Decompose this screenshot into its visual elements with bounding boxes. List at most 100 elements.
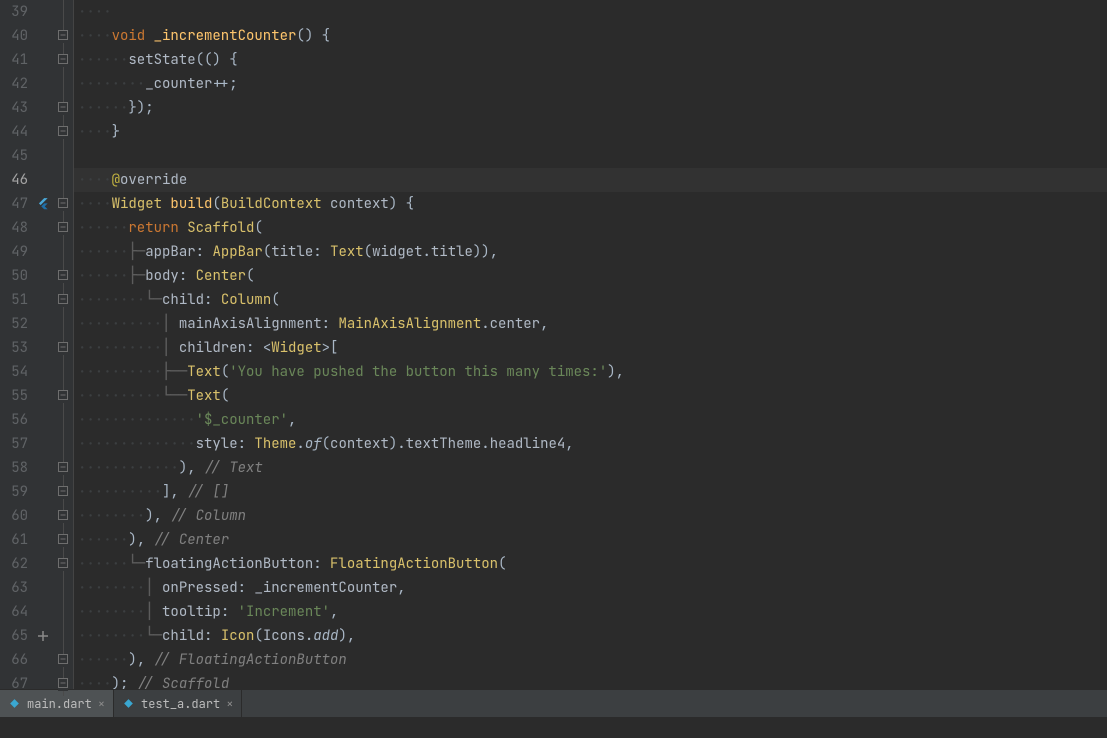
close-icon[interactable]: × <box>226 696 233 712</box>
fold-toggle-open[interactable] <box>52 552 73 576</box>
gutter-marker-empty <box>34 456 52 480</box>
code-line[interactable]: ········), // Column <box>74 504 1107 528</box>
line-number[interactable]: 60 <box>0 504 28 528</box>
add-gutter-icon[interactable] <box>34 624 52 648</box>
fold-toggle-open[interactable] <box>52 24 73 48</box>
code-line[interactable]: ······), // Center <box>74 528 1107 552</box>
fold-toggle-open[interactable] <box>52 288 73 312</box>
line-number[interactable]: 56 <box>0 408 28 432</box>
code-line[interactable]: ····void _incrementCounter() { <box>74 24 1107 48</box>
line-number[interactable]: 42 <box>0 72 28 96</box>
fold-toggle-close[interactable] <box>52 672 73 696</box>
fold-line <box>52 240 73 264</box>
code-line[interactable]: ······return Scaffold( <box>74 216 1107 240</box>
line-number[interactable]: 55 <box>0 384 28 408</box>
code-line[interactable]: ······), // FloatingActionButton <box>74 648 1107 672</box>
fold-toggle-open[interactable] <box>52 384 73 408</box>
line-number[interactable]: 41 <box>0 48 28 72</box>
code-line[interactable]: ········│ tooltip: 'Increment', <box>74 600 1107 624</box>
gutter-marker-empty <box>34 72 52 96</box>
code-line[interactable]: ··········└──Text( <box>74 384 1107 408</box>
code-line[interactable]: ··········│ mainAxisAlignment: MainAxisA… <box>74 312 1107 336</box>
line-number[interactable]: 52 <box>0 312 28 336</box>
line-number[interactable]: 44 <box>0 120 28 144</box>
fold-toggle-close[interactable] <box>52 528 73 552</box>
code-line[interactable]: ······├─body: Center( <box>74 264 1107 288</box>
fold-toggle-close[interactable] <box>52 456 73 480</box>
line-number-gutter[interactable]: 3940414243444546474849505152535455565758… <box>0 0 34 689</box>
line-number[interactable]: 50 <box>0 264 28 288</box>
tab-label: test_a.dart <box>141 696 220 712</box>
fold-line <box>52 312 73 336</box>
code-line[interactable]: ······├─appBar: AppBar(title: Text(widge… <box>74 240 1107 264</box>
line-number[interactable]: 46 <box>0 168 28 192</box>
line-number[interactable]: 43 <box>0 96 28 120</box>
fold-toggle-open[interactable] <box>52 192 73 216</box>
fold-line <box>52 600 73 624</box>
fold-toggle-close[interactable] <box>52 96 73 120</box>
fold-toggle-close[interactable] <box>52 648 73 672</box>
code-line[interactable]: ······setState(() { <box>74 48 1107 72</box>
gutter-marker-empty <box>34 480 52 504</box>
code-line[interactable]: ········└─child: Column( <box>74 288 1107 312</box>
fold-toggle-open[interactable] <box>52 48 73 72</box>
code-line[interactable]: ··········], // [] <box>74 480 1107 504</box>
gutter-marker-empty <box>34 384 52 408</box>
line-number[interactable]: 62 <box>0 552 28 576</box>
code-line[interactable] <box>74 144 1107 168</box>
code-line[interactable]: ··········├──Text('You have pushed the b… <box>74 360 1107 384</box>
fold-toggle-close[interactable] <box>52 480 73 504</box>
line-number[interactable]: 57 <box>0 432 28 456</box>
line-number[interactable]: 61 <box>0 528 28 552</box>
code-line[interactable]: ····} <box>74 120 1107 144</box>
code-line[interactable]: ············), // Text <box>74 456 1107 480</box>
line-number[interactable]: 47 <box>0 192 28 216</box>
code-line[interactable]: ··············style: Theme.of(context).t… <box>74 432 1107 456</box>
code-line[interactable]: ··············'$_counter', <box>74 408 1107 432</box>
code-editor[interactable]: 3940414243444546474849505152535455565758… <box>0 0 1107 689</box>
line-number[interactable]: 54 <box>0 360 28 384</box>
line-number[interactable]: 63 <box>0 576 28 600</box>
line-number[interactable]: 49 <box>0 240 28 264</box>
flutter-gutter-icon[interactable] <box>34 192 52 216</box>
line-number[interactable]: 53 <box>0 336 28 360</box>
line-number[interactable]: 51 <box>0 288 28 312</box>
fold-toggle-close[interactable] <box>52 120 73 144</box>
gutter-markers[interactable] <box>34 0 52 689</box>
gutter-marker-empty <box>34 600 52 624</box>
code-line[interactable]: ··········│ children: <Widget>[ <box>74 336 1107 360</box>
line-number[interactable]: 64 <box>0 600 28 624</box>
close-icon[interactable]: × <box>98 696 105 712</box>
line-number[interactable]: 66 <box>0 648 28 672</box>
code-line[interactable]: ······}); <box>74 96 1107 120</box>
dart-file-icon <box>8 697 21 710</box>
gutter-marker-empty <box>34 288 52 312</box>
fold-column[interactable] <box>52 0 74 689</box>
fold-toggle-open[interactable] <box>52 216 73 240</box>
line-number[interactable]: 58 <box>0 456 28 480</box>
gutter-marker-empty <box>34 264 52 288</box>
fold-line <box>52 408 73 432</box>
line-number[interactable]: 65 <box>0 624 28 648</box>
code-line[interactable]: ········_counter++; <box>74 72 1107 96</box>
line-number[interactable]: 39 <box>0 0 28 24</box>
code-line[interactable]: ········│ onPressed: _incrementCounter, <box>74 576 1107 600</box>
code-line[interactable]: ········└─child: Icon(Icons.add), <box>74 624 1107 648</box>
code-content[interactable]: ········void _incrementCounter() {······… <box>74 0 1107 689</box>
line-number[interactable]: 40 <box>0 24 28 48</box>
code-line[interactable]: ····Widget build(BuildContext context) { <box>74 192 1107 216</box>
code-line[interactable]: ····); // Scaffold <box>74 672 1107 689</box>
line-number[interactable]: 45 <box>0 144 28 168</box>
editor-tab[interactable]: test_a.dart × <box>114 690 242 717</box>
fold-line <box>52 624 73 648</box>
code-line[interactable]: ···· <box>74 0 1107 24</box>
fold-toggle-close[interactable] <box>52 504 73 528</box>
line-number[interactable]: 59 <box>0 480 28 504</box>
fold-toggle-open[interactable] <box>52 336 73 360</box>
line-number[interactable]: 48 <box>0 216 28 240</box>
gutter-marker-empty <box>34 528 52 552</box>
bottom-panel <box>0 717 1107 738</box>
code-line[interactable]: ······└─floatingActionButton: FloatingAc… <box>74 552 1107 576</box>
fold-toggle-open[interactable] <box>52 264 73 288</box>
code-line[interactable]: ····@override <box>74 168 1107 192</box>
